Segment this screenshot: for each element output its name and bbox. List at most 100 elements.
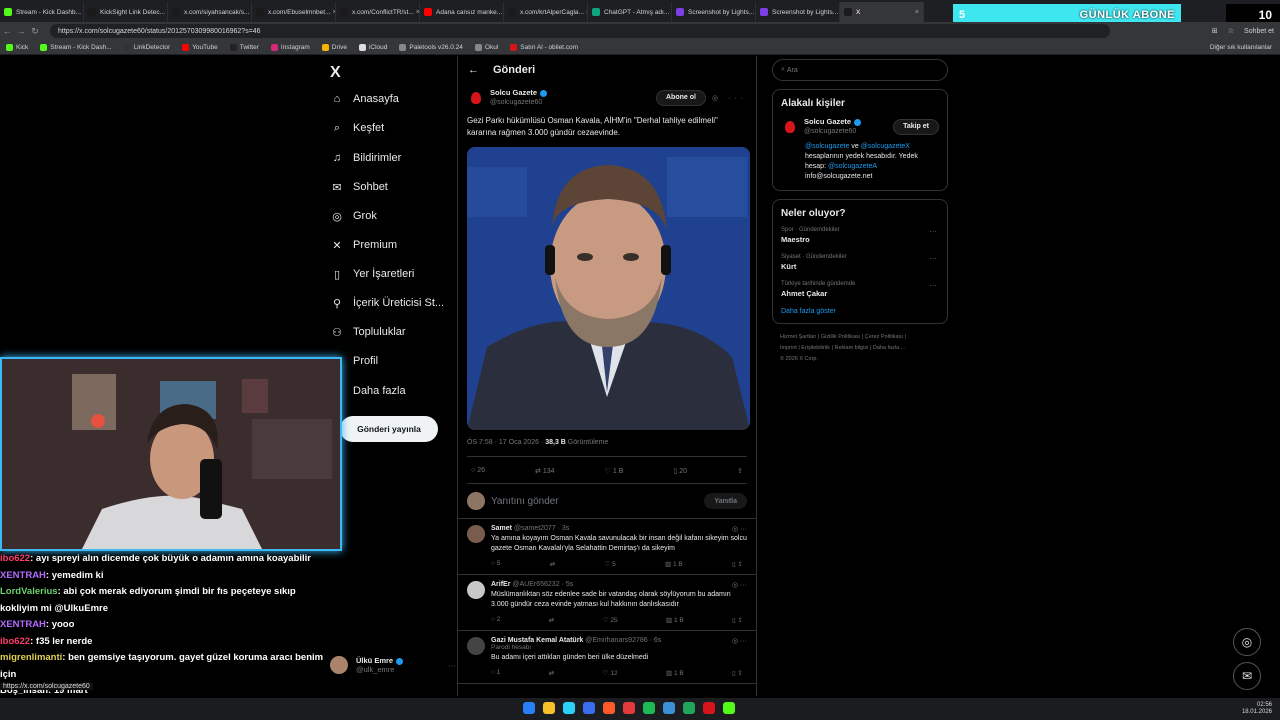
bookmark-item[interactable]: Twitter (229, 43, 259, 51)
bookmark-button[interactable]: ▯ 20 (673, 467, 687, 475)
tweet-time[interactable]: ÖS 7:58 · 17 Oca 2026 · (467, 439, 545, 446)
reply-name[interactable]: Gazi Mustafa Kemal Atatürk (491, 637, 583, 644)
bio-link[interactable]: @solcugazeteA (828, 163, 877, 170)
chat-username[interactable]: LordValerius (0, 586, 58, 597)
trend-item[interactable]: Türkiye tarihinde gündemde Ahmet Çakar ··· (781, 281, 939, 298)
chat-button[interactable]: Sohbet et (1244, 28, 1274, 35)
browser-tab[interactable]: Screenshot by Lights...× (756, 2, 840, 22)
browser-tab[interactable]: Screenshot by Lights...× (672, 2, 756, 22)
repost-icon[interactable]: ⇄ (550, 560, 555, 568)
bio-link[interactable]: @solcugazete (805, 143, 849, 150)
bookmark-icon[interactable]: ▯ ⇪ (732, 560, 743, 568)
author-handle[interactable]: @solcugazete60 (490, 98, 547, 107)
taskbar-app-icon[interactable] (543, 702, 555, 714)
taskbar-app-icon[interactable] (703, 702, 715, 714)
nav-item[interactable]: ♫ Bildirimler (330, 151, 401, 165)
chat-username[interactable]: migrenlimanti (0, 652, 62, 663)
more-icon[interactable]: ··· (449, 661, 457, 670)
like-button[interactable]: ♡ 25 (603, 616, 618, 624)
browser-tab[interactable]: x.com/Ebuselmnbet...× (252, 2, 336, 22)
x-logo[interactable]: X (330, 64, 341, 82)
avatar[interactable] (467, 88, 485, 107)
bookmark-item[interactable]: Stream - Kick Dash... (40, 43, 112, 51)
search-input[interactable]: ⌕ Ara (772, 59, 948, 81)
bio-link[interactable]: @solcugazeteX (861, 143, 910, 150)
browser-tab[interactable]: x.com/krtAlperCagla...× (504, 2, 588, 22)
repost-button[interactable]: ⇄ 134 (535, 467, 555, 475)
bookmark-item[interactable]: Satın Al - obilet.com (510, 43, 578, 51)
chat-username[interactable]: ibo622 (0, 553, 30, 564)
back-icon[interactable]: ← (0, 26, 14, 36)
reply-button[interactable]: ○ 26 (471, 467, 485, 475)
nav-item[interactable]: ⌂ Anasayfa (330, 92, 399, 106)
views-button[interactable]: ▥ 1 B (666, 669, 684, 677)
trend-item[interactable]: Spor · Gündemdekiler Maestro ··· (781, 227, 939, 244)
taskbar-app-icon[interactable] (583, 702, 595, 714)
nav-item[interactable]: ⚇ Topluluklar (330, 325, 406, 339)
nav-item[interactable]: ✕ Premium (330, 238, 397, 252)
taskbar-app-icon[interactable] (523, 702, 535, 714)
reply-name[interactable]: ArifEr (491, 581, 510, 588)
nav-item[interactable]: ✉ Sohbet (330, 180, 387, 194)
chat-username[interactable]: XENTRAH (0, 570, 46, 581)
reply-button[interactable]: ○ 1 (491, 669, 500, 677)
bookmark-icon[interactable]: ▯ ⇪ (732, 669, 743, 677)
clock[interactable]: 02:56 18.01.2026 (1242, 702, 1280, 716)
more-icon[interactable]: ··· (929, 254, 937, 263)
browser-tab[interactable]: KickSight Link Detec...× (84, 2, 168, 22)
author-name[interactable]: Solcu Gazete (490, 88, 537, 97)
follow-button[interactable]: Takip et (893, 118, 939, 135)
browser-tab[interactable]: ChatGPT - Atmış adı...× (588, 2, 672, 22)
nav-item[interactable]: ⚲ İçerik Üreticisi St... (330, 296, 444, 310)
more-icon[interactable]: ◎ ··· (732, 581, 747, 589)
taskbar-app-icon[interactable] (643, 702, 655, 714)
extensions-icon[interactable]: ⊞ (1212, 27, 1218, 35)
other-bookmarks[interactable]: Diğer sık kullanılanlar (1210, 44, 1280, 51)
chat-username[interactable]: ibo622 (0, 636, 30, 647)
avatar[interactable] (467, 581, 485, 599)
more-icon[interactable]: ··· (929, 281, 937, 290)
browser-tab[interactable]: X × (840, 2, 924, 22)
taskbar-app-icon[interactable] (683, 702, 695, 714)
grok-fab-icon[interactable]: ◎ (1233, 628, 1261, 656)
reply-submit-button[interactable]: Yanıtla (704, 493, 747, 509)
messages-fab-icon[interactable]: ✉ (1233, 662, 1261, 690)
footer-line[interactable]: Imprint | Erişilebilirlik | Reklam bilgi… (780, 343, 948, 354)
grok-icon[interactable]: ◎ ··· (712, 94, 747, 102)
more-icon[interactable]: ◎ ··· (732, 525, 747, 533)
trend-item[interactable]: Siyaset · Gündemdekiler Kürt ··· (781, 254, 939, 271)
back-arrow-icon[interactable]: ← (468, 64, 479, 76)
avatar[interactable] (781, 117, 799, 136)
tweet-photo[interactable] (467, 147, 750, 430)
more-icon[interactable]: ··· (929, 227, 937, 236)
bookmark-item[interactable]: Okul (474, 43, 498, 51)
account-switcher[interactable]: Ülkü Emre @ulk_emre ··· (330, 656, 456, 674)
footer-line[interactable]: Hizmet Şartları | Gizlilik Politikası | … (780, 332, 948, 343)
subscribe-button[interactable]: Abone ol (656, 89, 706, 106)
reload-icon[interactable]: ↻ (28, 26, 42, 37)
star-icon[interactable]: ☆ (1228, 27, 1234, 35)
chat-username[interactable]: XENTRAH (0, 619, 46, 630)
like-button[interactable]: ♡ 12 (603, 669, 618, 677)
repost-icon[interactable]: ⇄ (549, 669, 554, 677)
show-more-link[interactable]: Daha fazla göster (781, 308, 939, 315)
bookmark-item[interactable]: LinkDetector (123, 43, 170, 51)
post-button[interactable]: Gönderi yayınla (340, 416, 438, 442)
browser-tab[interactable]: x.com/ConflictTR/st... × (336, 2, 420, 22)
bookmark-item[interactable]: Drive (321, 43, 347, 51)
nav-item[interactable]: ⌕ Keşfet (330, 121, 384, 135)
taskbar-app-icon[interactable] (623, 702, 635, 714)
forward-icon[interactable]: → (14, 26, 28, 36)
like-button[interactable]: ♡ 1 B (605, 467, 624, 475)
related-name[interactable]: Solcu Gazete (804, 117, 851, 126)
views-button[interactable]: ▥ 1 B (666, 616, 684, 624)
reply-name[interactable]: Samet (491, 525, 512, 532)
browser-tab[interactable]: Adana cansız manke...× (420, 2, 504, 22)
browser-tab[interactable]: Stream - Kick Dashb...× (0, 2, 84, 22)
bookmark-item[interactable]: Paletools v26.0.24 (399, 43, 463, 51)
taskbar-app-icon[interactable] (663, 702, 675, 714)
nav-item[interactable]: ◎ Grok (330, 209, 377, 223)
taskbar-app-icon[interactable] (603, 702, 615, 714)
reply-handle[interactable]: @samet2077 · 3s (514, 525, 569, 532)
bookmark-item[interactable]: Instagram (270, 43, 310, 51)
